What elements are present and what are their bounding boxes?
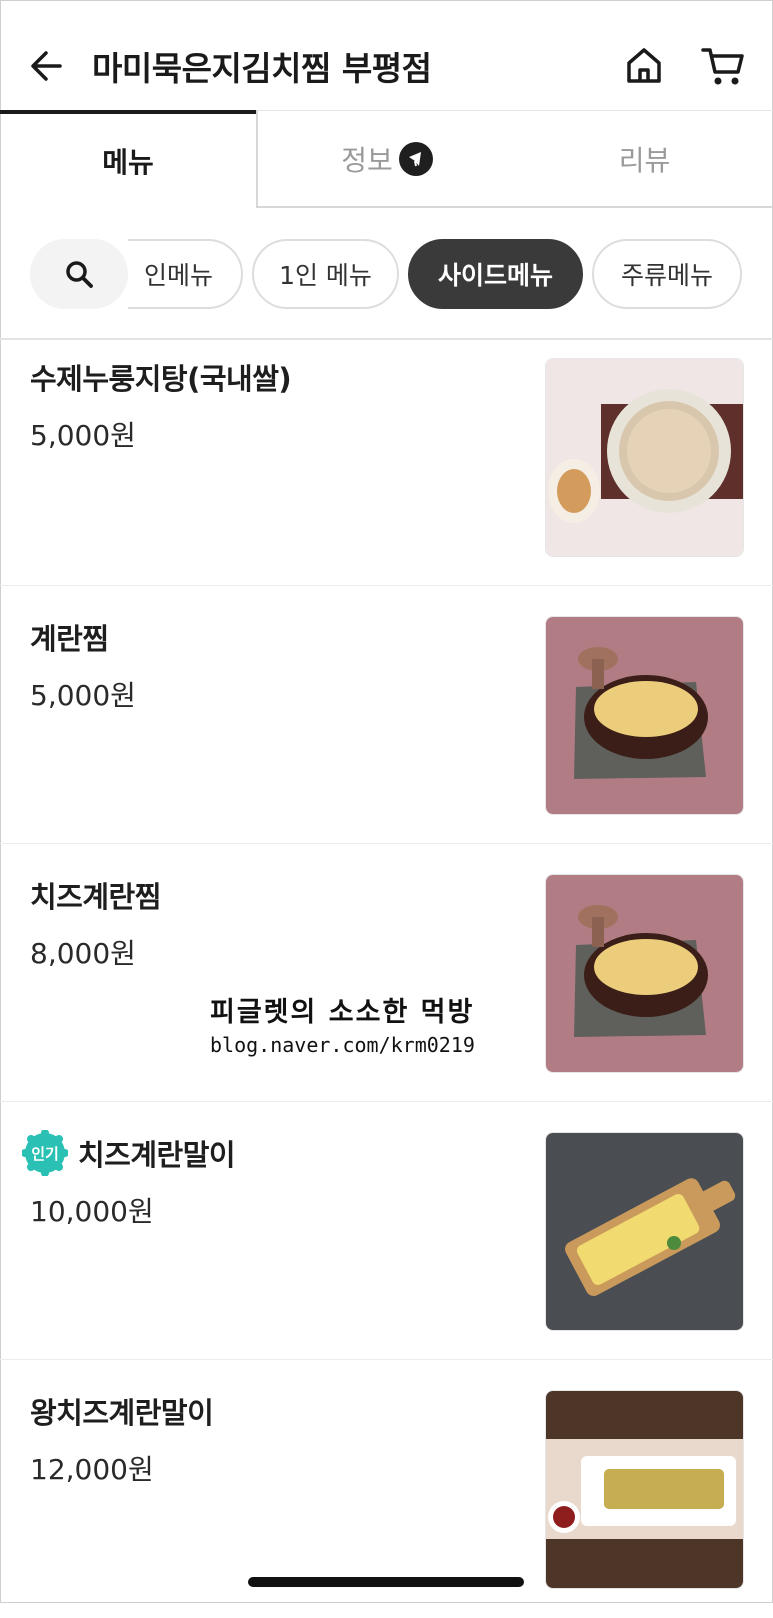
menu-item-name: 왕치즈계란말이 <box>30 1396 214 1430</box>
menu-item[interactable]: 인기 치즈계란말이 10,000원 <box>0 1102 773 1360</box>
home-icon <box>627 48 661 83</box>
menu-item-image <box>545 874 744 1073</box>
cart-icon <box>701 48 744 85</box>
home-indicator[interactable] <box>248 1577 524 1587</box>
chip-side-menu[interactable]: 사이드메뉴 <box>408 239 583 309</box>
watermark-url: blog.naver.com/krm0219 <box>210 1033 475 1057</box>
chip-alcohol-menu[interactable]: 주류메뉴 <box>592 239 742 309</box>
chip-overflow-clip: 인메뉴 <box>128 239 243 309</box>
tab-info[interactable]: 정보 <box>256 110 516 208</box>
menu-item-image <box>545 616 744 815</box>
megaphone-icon <box>398 141 433 176</box>
store-title: 마미묵은지김치찜 부평점 <box>92 49 432 88</box>
menu-search-button[interactable] <box>30 239 128 309</box>
chip-label: 주류메뉴 <box>620 261 713 290</box>
menu-item-name: 치즈계란말이 <box>78 1138 236 1172</box>
header: 마미묵은지김치찜 부평점 <box>0 0 773 112</box>
menu-item-price: 5,000원 <box>30 679 136 712</box>
popular-badge-label: 인기 <box>31 1145 59 1163</box>
menu-item-price: 5,000원 <box>30 419 136 452</box>
menu-item-name: 수제누룽지탕(국내쌀) <box>30 362 292 396</box>
tab-info-label: 정보 <box>341 143 393 177</box>
arrow-left-icon <box>31 51 62 81</box>
tab-menu[interactable]: 메뉴 <box>0 110 256 208</box>
blog-watermark: 피글렛의 소소한 먹방 blog.naver.com/krm0219 <box>210 990 480 1057</box>
chip-label: 사이드메뉴 <box>437 261 553 290</box>
chip-label: 1인 메뉴 <box>279 261 372 290</box>
tab-menu-label: 메뉴 <box>102 146 154 179</box>
chip-category-partial[interactable]: 인메뉴 <box>128 239 243 309</box>
menu-item[interactable]: 치즈계란찜 8,000원 <box>0 844 773 1102</box>
watermark-title: 피글렛의 소소한 먹방 <box>210 997 475 1028</box>
category-bar: 인메뉴 1인 메뉴 사이드메뉴 주류메뉴 <box>0 208 773 340</box>
menu-item-price: 10,000원 <box>30 1195 154 1228</box>
menu-item-price: 12,000원 <box>30 1453 154 1486</box>
search-icon <box>66 261 93 288</box>
tab-review[interactable]: 리뷰 <box>516 110 773 208</box>
popular-badge: 인기 <box>22 1130 68 1176</box>
menu-item-name: 계란찜 <box>30 622 109 656</box>
menu-item-image <box>545 358 744 557</box>
chip-single-menu[interactable]: 1인 메뉴 <box>252 239 399 309</box>
back-button[interactable] <box>26 44 70 88</box>
tab-review-label: 리뷰 <box>618 143 671 177</box>
menu-item[interactable]: 수제누룽지탕(국내쌀) 5,000원 <box>0 338 773 586</box>
menu-item-image <box>545 1132 744 1331</box>
menu-item-name: 치즈계란찜 <box>30 880 161 914</box>
menu-item-price: 8,000원 <box>30 937 136 970</box>
chip-label: 인메뉴 <box>143 261 213 290</box>
menu-item-image <box>545 1390 744 1589</box>
cart-button[interactable] <box>700 44 748 88</box>
tab-bar: 메뉴 정보 리뷰 <box>0 110 773 208</box>
menu-item[interactable]: 계란찜 5,000원 <box>0 586 773 844</box>
home-button[interactable] <box>622 44 666 88</box>
